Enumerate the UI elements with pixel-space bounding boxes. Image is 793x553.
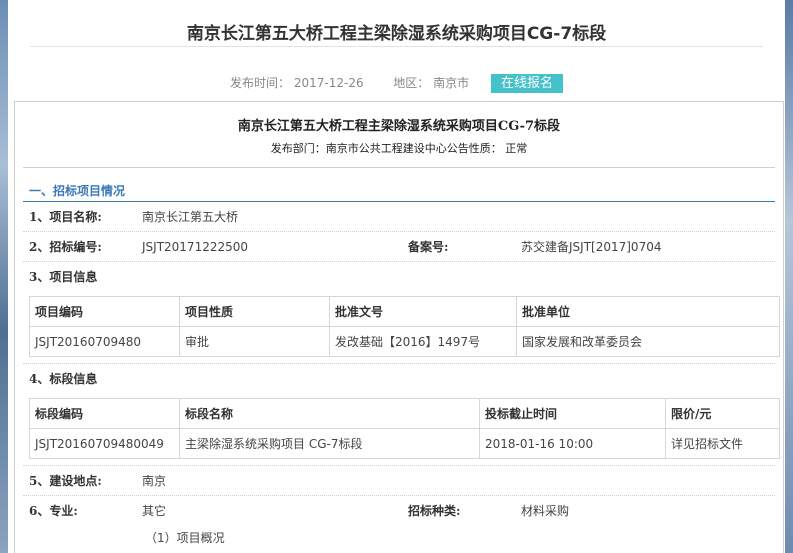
- meta-bar: 发布时间： 2017-12-26 地区： 南京市 在线报名: [8, 73, 785, 93]
- table-header-row: 标段编码 标段名称 投标截止时间 限价/元: [29, 398, 780, 429]
- table-cell: 主梁除湿系统采购项目 CG-7标段: [179, 428, 480, 459]
- online-signup-button[interactable]: 在线报名: [490, 74, 563, 93]
- table-cell: JSJT20160709480: [29, 326, 180, 357]
- section-heading: 一、招标项目情况: [29, 184, 126, 198]
- project-table-wrap: 项目编码 项目性质 批准文号 批准单位 JSJT20160709480 审批 发…: [23, 292, 780, 364]
- publish-label: 发布时间：: [230, 76, 291, 90]
- section-info-label: 4、标段信息: [29, 372, 98, 386]
- table-cell: JSJT20160709480049: [29, 428, 180, 459]
- table-cell: 审批: [179, 326, 330, 357]
- record-no-value: 苏交建备JSJT[2017]0704: [521, 240, 662, 254]
- table-header: 批准单位: [516, 296, 780, 327]
- table-header: 批准文号: [329, 296, 517, 327]
- doc-title: 南京长江第五大桥工程主梁除湿系统采购项目CG-7标段: [237, 119, 561, 134]
- table-cell: 发改基础【2016】1497号: [329, 326, 517, 357]
- specialty-value: 其它: [142, 504, 167, 518]
- doc-divider: [23, 167, 775, 168]
- tender-type-label: 招标种类:: [408, 504, 461, 518]
- background-right-strip: [785, 0, 793, 553]
- table-row: JSJT20160709480 审批 发改基础【2016】1497号 国家发展和…: [29, 326, 780, 357]
- table-header: 项目编码: [29, 296, 180, 327]
- table-header: 标段名称: [179, 398, 480, 429]
- location-row: 5、建设地点: 南京: [23, 466, 775, 496]
- location-value: 南京: [142, 474, 167, 488]
- page-container: 南京长江第五大桥工程主梁除湿系统采购项目CG-7标段 发布时间： 2017-12…: [8, 0, 785, 553]
- tender-no-row: 2、招标编号: JSJT20171222500 备案号: 苏交建备JSJT[20…: [23, 232, 775, 262]
- table-header: 标段编码: [29, 398, 180, 429]
- doc-subtitle: 发布部门：南京市公共工程建设中心公告性质： 正常: [270, 142, 528, 155]
- background-left-strip: [0, 0, 8, 553]
- tender-no-value: JSJT20171222500: [142, 240, 249, 254]
- location-label: 5、建设地点:: [29, 474, 102, 488]
- table-cell: 2018-01-16 10:00: [479, 428, 666, 459]
- project-info-row: 3、项目信息: [23, 262, 775, 292]
- project-name-value: 南京长江第五大桥: [142, 210, 239, 224]
- table-cell: 详见招标文件: [665, 428, 780, 459]
- section-info-table: 标段编码 标段名称 投标截止时间 限价/元 JSJT20160709480049…: [29, 398, 780, 459]
- title-divider: [30, 46, 763, 47]
- region-label: 地区：: [393, 76, 430, 90]
- region-value: 南京市: [433, 76, 470, 90]
- table-cell: 国家发展和改革委员会: [516, 326, 780, 357]
- project-name-row: 1、项目名称: 南京长江第五大桥: [23, 202, 775, 232]
- record-no-label: 备案号:: [408, 240, 449, 254]
- specialty-row: 6、专业: 其它 招标种类: 材料采购: [23, 496, 775, 526]
- announcement-content: 南京长江第五大桥工程主梁除湿系统采购项目CG-7标段 发布部门：南京市公共工程建…: [14, 101, 784, 553]
- section-info-row: 4、标段信息: [23, 364, 775, 394]
- specialty-label: 6、专业:: [29, 504, 78, 518]
- project-info-table: 项目编码 项目性质 批准文号 批准单位 JSJT20160709480 审批 发…: [29, 296, 780, 357]
- table-header: 项目性质: [179, 296, 330, 327]
- table-header-row: 项目编码 项目性质 批准文号 批准单位: [29, 296, 780, 327]
- table-row: JSJT20160709480049 主梁除湿系统采购项目 CG-7标段 201…: [29, 428, 780, 459]
- project-overview-heading: （1）项目概况: [145, 531, 225, 545]
- section-table-wrap: 标段编码 标段名称 投标截止时间 限价/元 JSJT20160709480049…: [23, 394, 780, 466]
- tender-no-label: 2、招标编号:: [29, 240, 102, 254]
- tender-type-value: 材料采购: [521, 504, 570, 518]
- page-title: 南京长江第五大桥工程主梁除湿系统采购项目CG-7标段: [186, 24, 607, 44]
- project-info-label: 3、项目信息: [29, 270, 98, 284]
- table-header: 限价/元: [665, 398, 780, 429]
- project-name-label: 1、项目名称:: [29, 210, 102, 224]
- table-header: 投标截止时间: [479, 398, 666, 429]
- publish-date: 2017-12-26: [293, 76, 364, 90]
